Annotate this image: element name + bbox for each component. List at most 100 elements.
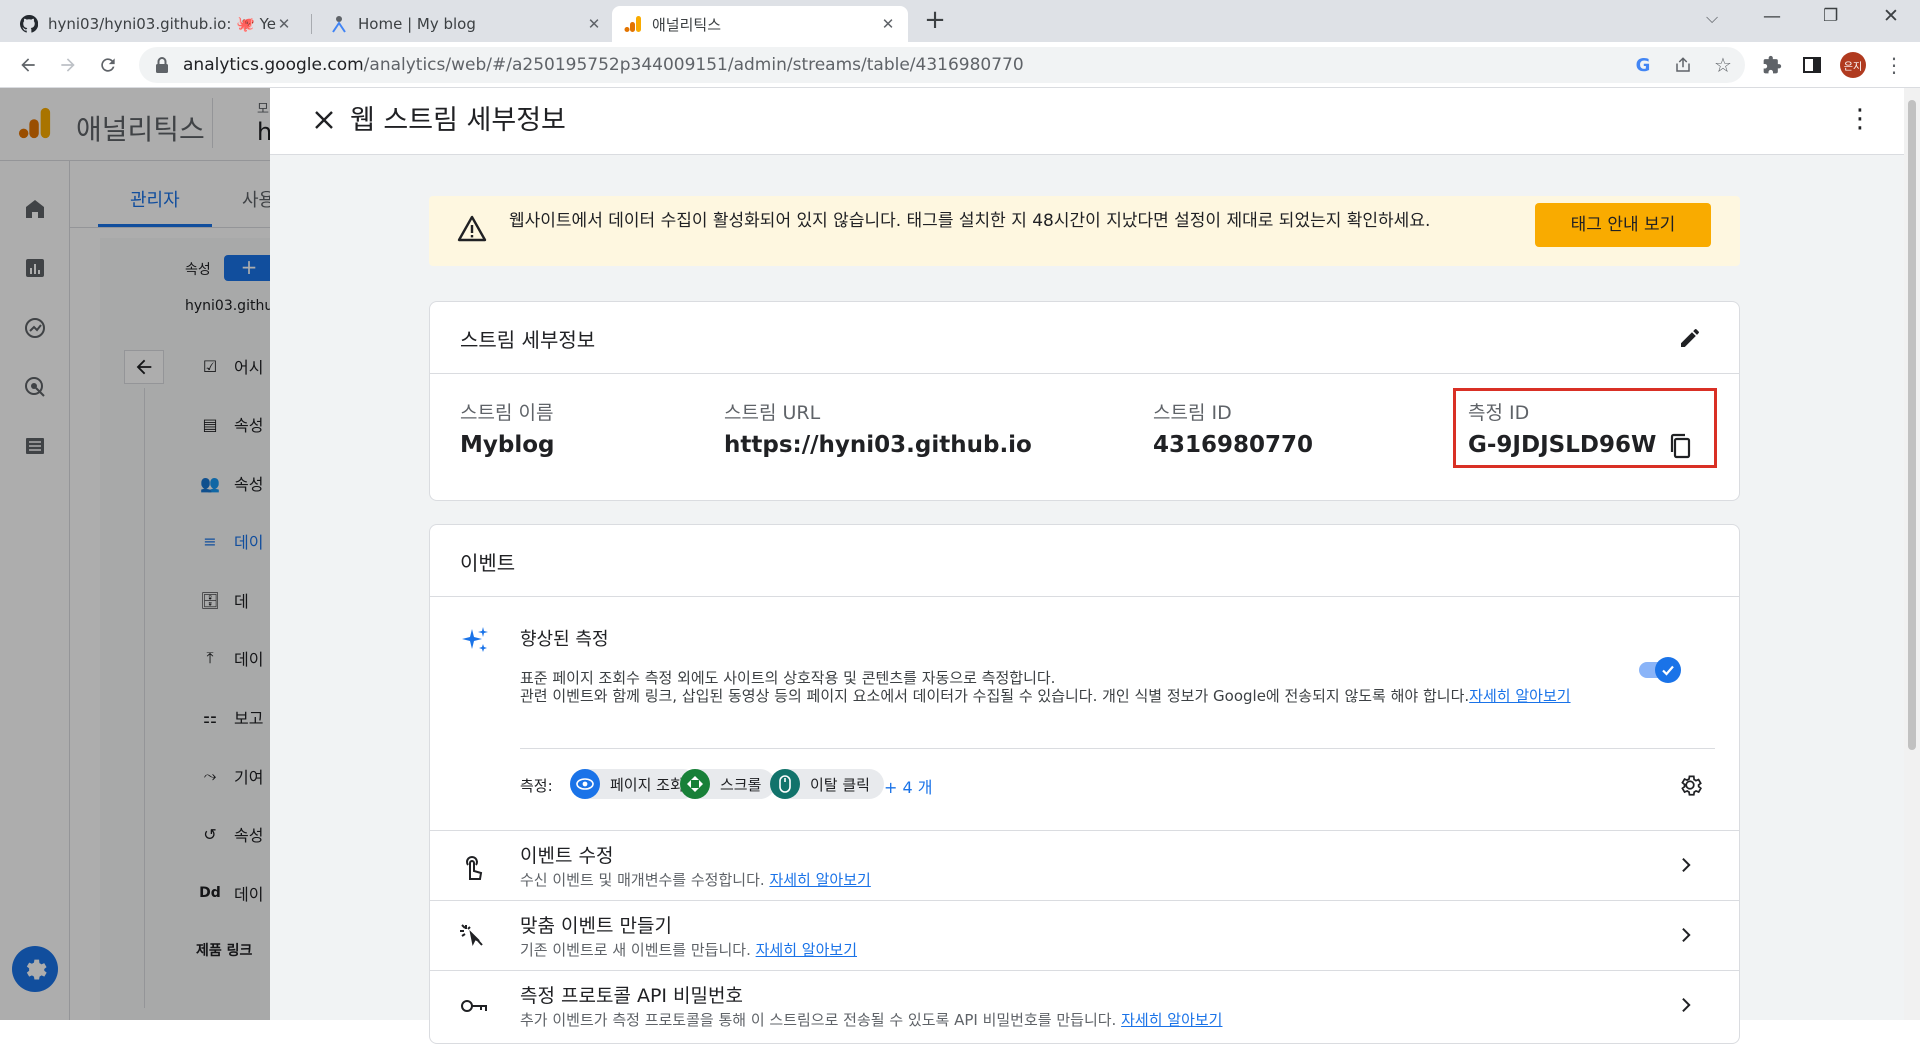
browser-tab-title: hyni03/hyni03.github.io: 🐙 Yet xyxy=(48,15,276,33)
reporting-identity-icon: ⚏ xyxy=(202,707,218,727)
reports-icon[interactable] xyxy=(20,253,50,283)
browser-tab-analytics[interactable]: 애널리틱스 ✕ xyxy=(612,6,908,42)
close-window-icon[interactable]: ✕ xyxy=(1883,5,1899,27)
minimize-icon[interactable]: — xyxy=(1763,6,1781,27)
warning-text: 웹사이트에서 데이터 수집이 활성화되어 있지 않습니다. 태그를 설치한 지 … xyxy=(509,211,1431,231)
database-icon: 🗄 xyxy=(199,590,221,610)
nav-item-attribution[interactable]: ⤳ 기여 xyxy=(196,762,264,790)
nav-item-setup[interactable]: ☑ 어시 xyxy=(196,352,264,380)
left-rail xyxy=(0,160,70,1020)
chevron-right-icon[interactable] xyxy=(1675,853,1699,877)
attribution-icon: ⤳ xyxy=(203,766,217,785)
modify-events-row[interactable]: 이벤트 수정 수신 이벤트 및 매개변수를 수정합니다. 자세히 알아보기 xyxy=(430,830,1739,900)
copy-icon[interactable] xyxy=(1664,430,1696,462)
profile-avatar[interactable]: 은지 xyxy=(1840,52,1866,78)
nav-item-change-history[interactable]: ↺ 속성 xyxy=(196,820,263,848)
tab-separator xyxy=(311,14,312,34)
bookmark-star-icon[interactable]: ☆ xyxy=(1709,51,1737,79)
close-tab-icon[interactable]: ✕ xyxy=(586,15,602,33)
side-panel-icon[interactable] xyxy=(1798,51,1826,79)
nav-item-data-import[interactable]: ⤒ 데이 xyxy=(196,644,263,672)
nav-item-data-deletion[interactable]: Dd 데이 xyxy=(196,879,263,907)
edit-pencil-icon[interactable] xyxy=(1674,322,1706,354)
measurement-id-value: G-9JDJSLD96W xyxy=(1468,432,1657,458)
back-arrow-icon[interactable] xyxy=(124,350,164,384)
extensions-icon[interactable] xyxy=(1758,51,1786,79)
measurement-protocol-api-row[interactable]: 측정 프로토콜 API 비밀번호 추가 이벤트가 측정 프로토콜을 통해 이 스… xyxy=(430,970,1739,1040)
nav-item-data-streams[interactable]: ≡ 데이 xyxy=(196,527,263,555)
restore-icon[interactable]: ❐ xyxy=(1823,6,1838,26)
eye-icon xyxy=(570,769,600,799)
nav-item-property-settings[interactable]: ▤ 속성 xyxy=(196,410,263,438)
more-measurements-link[interactable]: + 4 개 xyxy=(884,774,932,798)
tab-search-icon[interactable]: ⌵ xyxy=(1706,8,1718,28)
browser-tab-blog[interactable]: Home | My blog ✕ xyxy=(318,6,614,42)
view-tag-instructions-button[interactable]: 태그 안내 보기 xyxy=(1535,203,1711,247)
tab-admin[interactable]: 관리자 xyxy=(130,186,180,212)
nav-item-reporting[interactable]: ⚏ 보고 xyxy=(196,703,264,731)
product-name: 애널리틱스 xyxy=(76,113,205,146)
browser-tab-bar: hyni03/hyni03.github.io: 🐙 Yet ✕ Home | … xyxy=(0,0,1920,42)
settings-gear-icon[interactable] xyxy=(1674,769,1706,801)
lock-icon[interactable] xyxy=(155,57,169,73)
url-host: analytics.google.com xyxy=(183,55,364,75)
chip-label: 이탈 클릭 xyxy=(810,775,870,794)
nav-item-data-settings[interactable]: 🗄 데 xyxy=(196,586,249,614)
url-path: /analytics/web/#/a250195752p344009151/ad… xyxy=(363,55,1024,75)
history-icon: ↺ xyxy=(203,824,217,844)
learn-more-link[interactable]: 자세히 알아보기 xyxy=(1469,687,1570,705)
close-tab-icon[interactable]: ✕ xyxy=(880,15,896,33)
nav-label: 어시 xyxy=(234,358,264,377)
create-custom-events-row[interactable]: 맞춤 이벤트 만들기 기존 이벤트로 새 이벤트를 만듭니다. 자세히 알아보기 xyxy=(430,900,1739,970)
google-translate-icon[interactable]: G xyxy=(1629,51,1657,79)
new-tab-button[interactable]: + xyxy=(918,6,952,36)
share-icon[interactable] xyxy=(1669,51,1697,79)
checklist-icon: ☑ xyxy=(202,356,218,376)
address-bar[interactable]: analytics.google.com/analytics/web/#/a25… xyxy=(139,47,1745,83)
add-property-button[interactable]: + xyxy=(224,255,274,281)
check-icon[interactable] xyxy=(1655,657,1681,683)
nav-label: 데 xyxy=(234,592,249,611)
tree-line xyxy=(144,388,145,1008)
row-desc-text: 기존 이벤트로 새 이벤트를 만듭니다. xyxy=(520,941,751,959)
forward-icon[interactable] xyxy=(54,51,82,79)
row-title: 측정 프로토콜 API 비밀번호 xyxy=(520,985,743,1007)
explore-icon[interactable] xyxy=(20,313,50,343)
close-icon[interactable] xyxy=(304,100,344,140)
chevron-right-icon[interactable] xyxy=(1675,993,1699,1017)
more-vert-icon[interactable]: ⋮ xyxy=(1840,100,1880,140)
learn-more-link[interactable]: 자세히 알아보기 xyxy=(769,871,870,889)
mouse-icon xyxy=(770,769,800,799)
panel-header: 웹 스트림 세부정보 ⋮ xyxy=(270,88,1920,155)
stream-name-label: 스트림 이름 xyxy=(460,402,554,424)
advertising-icon[interactable] xyxy=(20,372,50,402)
back-icon[interactable] xyxy=(14,51,42,79)
browser-tab-github[interactable]: hyni03/hyni03.github.io: 🐙 Yet ✕ xyxy=(8,6,304,42)
analytics-logo-icon xyxy=(18,106,52,144)
browser-tab-title: Home | My blog xyxy=(358,15,476,33)
stream-name-value: Myblog xyxy=(460,432,555,458)
chip-page-views: 페이지 조회 xyxy=(570,769,698,799)
learn-more-link[interactable]: 자세히 알아보기 xyxy=(1121,1011,1222,1029)
nav-label: 데이 xyxy=(234,885,264,904)
nav-item-property-access[interactable]: 👥 속성 xyxy=(196,469,263,497)
nav-label: 데이 xyxy=(234,650,264,669)
chip-label: 페이지 조회 xyxy=(610,775,684,794)
scroll-icon xyxy=(680,769,710,799)
home-icon[interactable] xyxy=(20,194,50,224)
chevron-right-icon[interactable] xyxy=(1675,923,1699,947)
close-tab-icon[interactable]: ✕ xyxy=(276,15,292,33)
reload-icon[interactable] xyxy=(94,51,122,79)
admin-settings-icon[interactable] xyxy=(12,946,58,992)
nav-label: 속성 xyxy=(234,416,264,435)
nav-label: 보고 xyxy=(234,709,264,728)
learn-more-link[interactable]: 자세히 알아보기 xyxy=(756,941,857,959)
events-heading: 이벤트 xyxy=(460,551,516,575)
cursor-click-icon xyxy=(460,924,483,947)
property-name[interactable]: hyni03.github xyxy=(185,298,282,314)
nav-label: 데이 xyxy=(234,533,264,552)
browser-menu-icon[interactable]: ⋮ xyxy=(1880,51,1908,79)
key-icon xyxy=(461,1000,487,1012)
scrollbar-thumb[interactable] xyxy=(1908,100,1916,750)
list-icon[interactable] xyxy=(20,431,50,461)
